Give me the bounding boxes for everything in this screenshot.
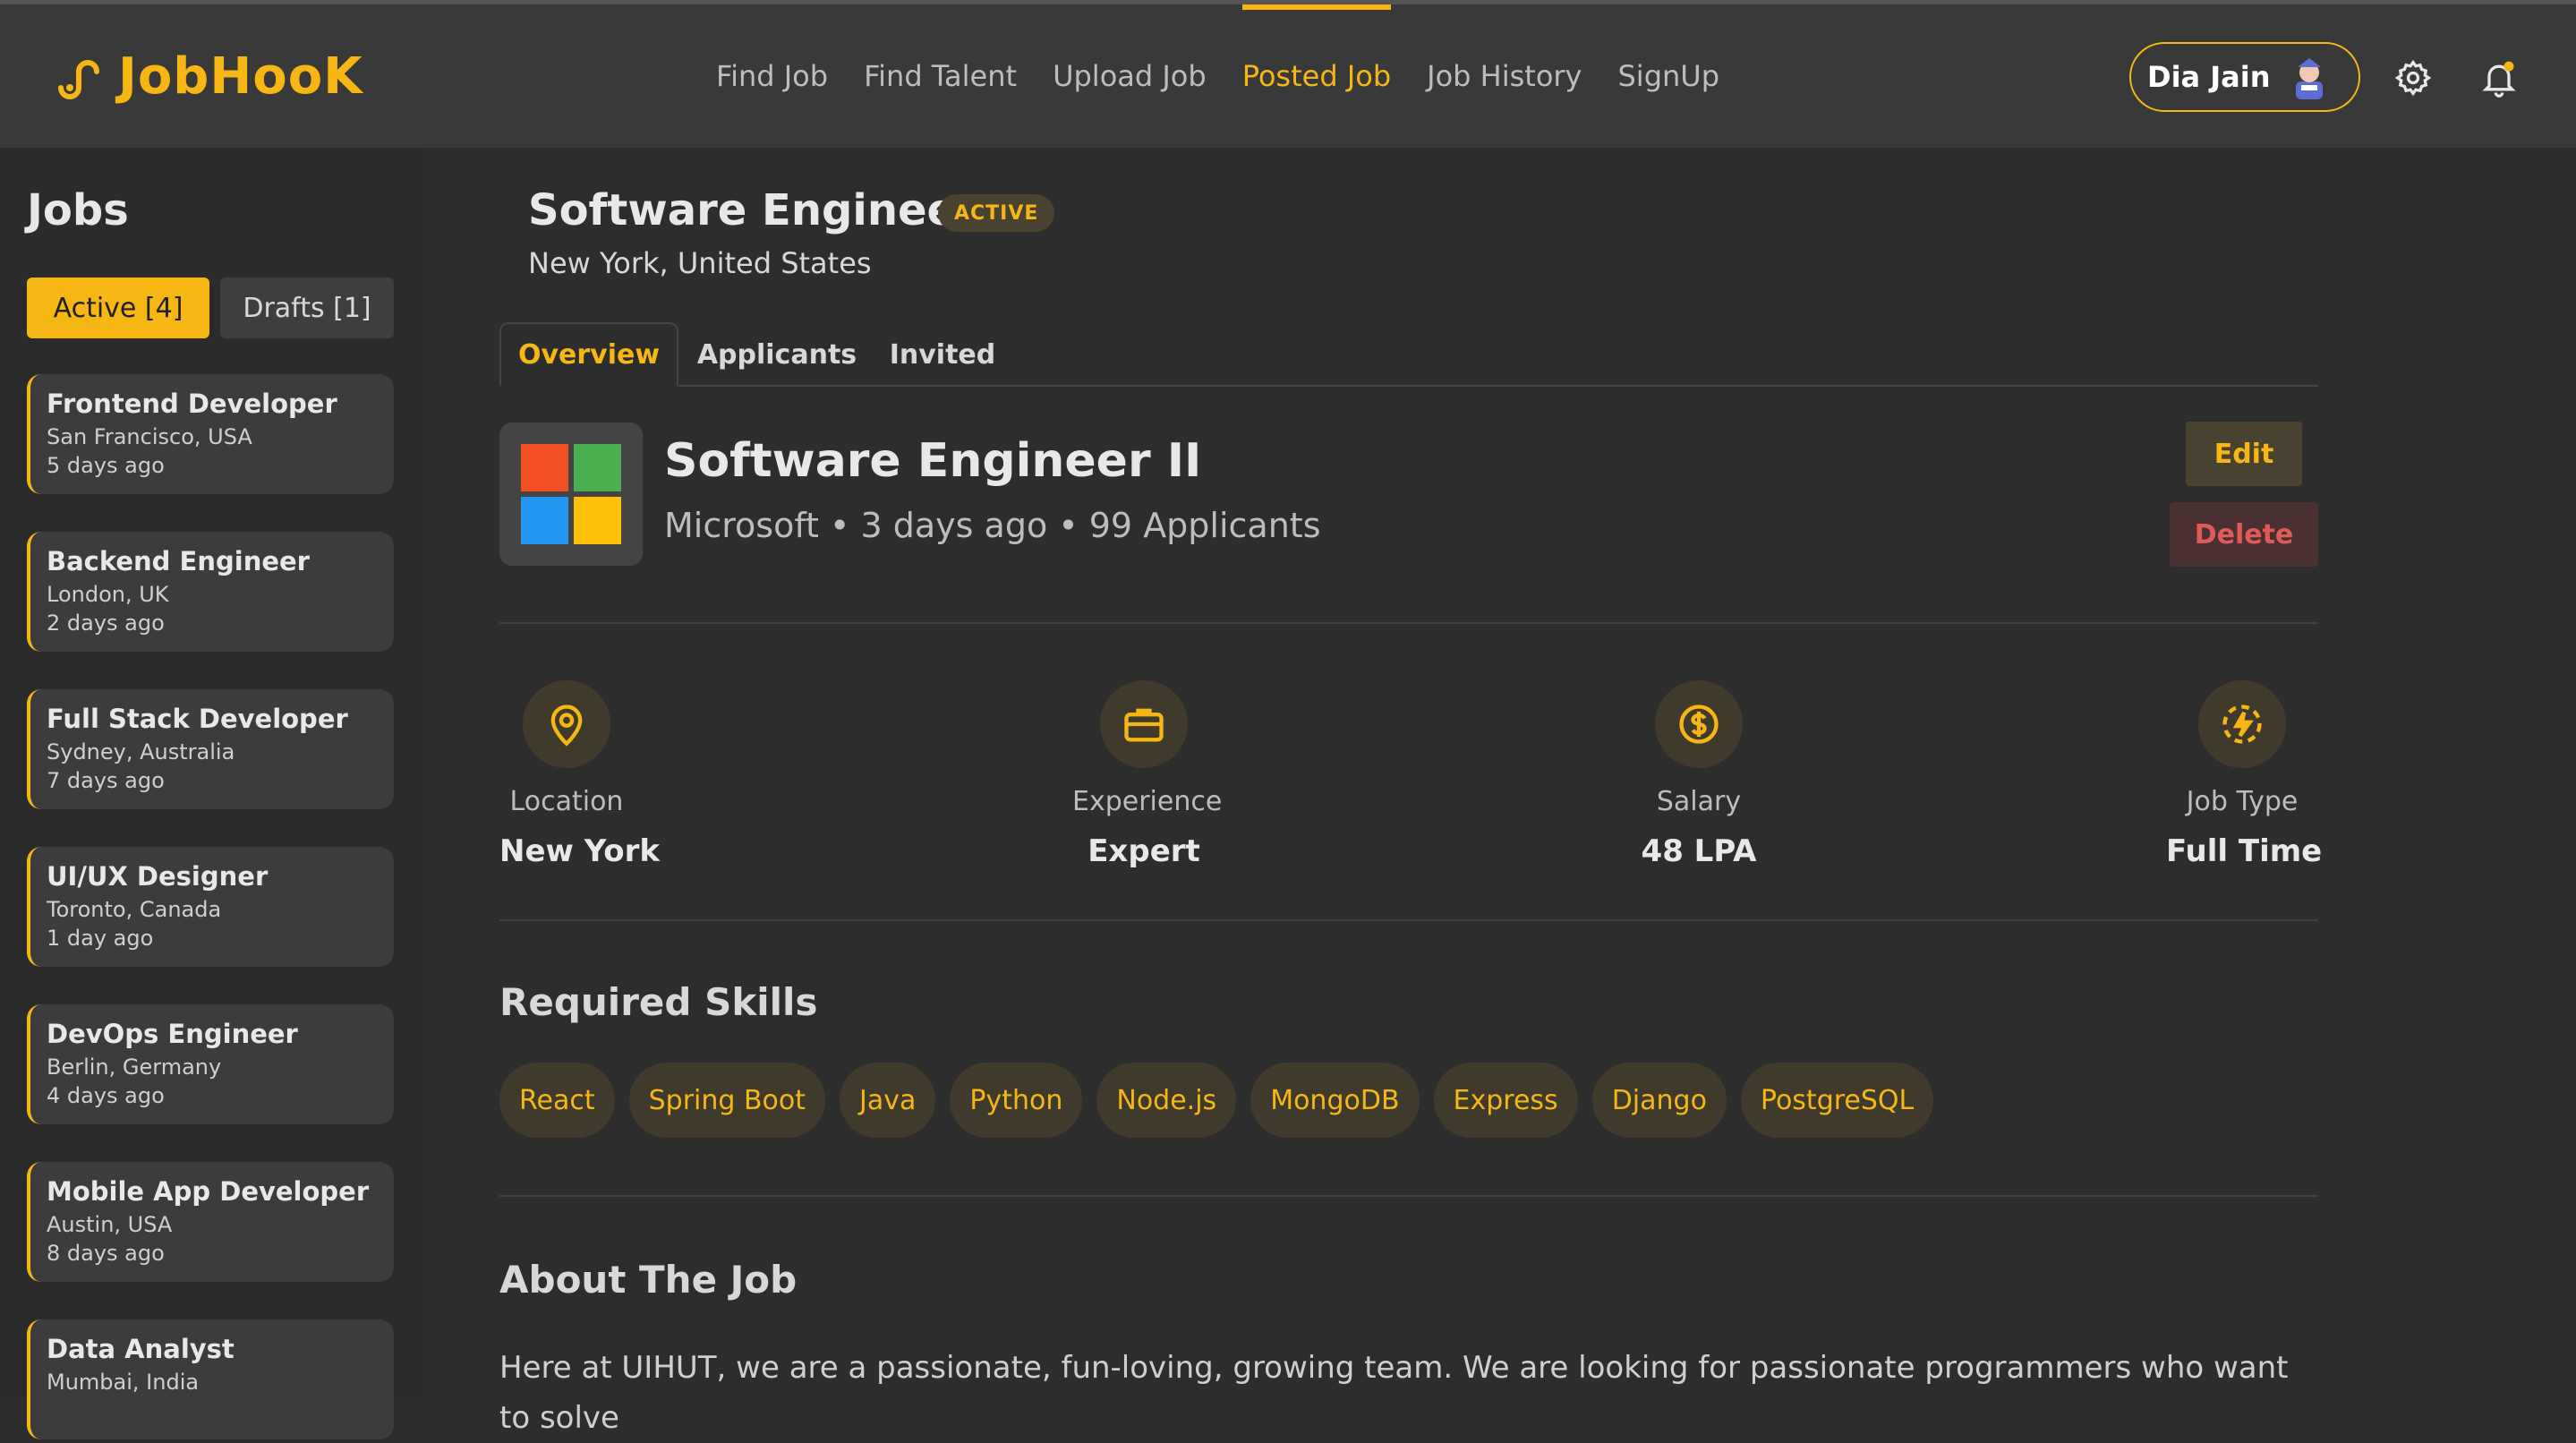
nav-job-history[interactable]: Job History [1427, 4, 1582, 148]
stat-label: Salary [1656, 786, 1742, 817]
job-card[interactable]: DevOps Engineer Berlin, Germany 4 days a… [27, 1004, 394, 1124]
edit-button[interactable]: Edit [2186, 422, 2302, 486]
job-card-location: Toronto, Canada [47, 897, 222, 922]
skill-chip: PostgreSQL [1740, 1063, 1934, 1138]
nav-find-talent[interactable]: Find Talent [864, 4, 1017, 148]
divider [499, 919, 2318, 921]
skill-chip: MongoDB [1250, 1063, 1420, 1138]
about-text: Here at UIHUT, we are a passionate, fun-… [499, 1350, 2289, 1436]
tab-drafts[interactable]: Drafts [1] [220, 278, 394, 338]
gear-icon[interactable] [2393, 58, 2433, 98]
hook-icon [58, 59, 99, 99]
job-card-title: Full Stack Developer [47, 704, 348, 734]
brand-name: JobHooK [118, 47, 363, 106]
app-header: JobHooK Find Job Find Talent Upload Job … [0, 4, 2576, 148]
job-card-location: San Francisco, USA [47, 424, 252, 449]
stat-experience: Experience Expert [1072, 680, 1223, 869]
job-card[interactable]: Data Analyst Mumbai, India [27, 1319, 394, 1439]
nav-find-job[interactable]: Find Job [716, 4, 828, 148]
job-card-title: UI/UX Designer [47, 861, 269, 892]
tab-invited[interactable]: Invited [875, 322, 1010, 387]
job-card[interactable]: Mobile App Developer Austin, USA 8 days … [27, 1162, 394, 1282]
page-title: Software Engineer [528, 185, 977, 235]
job-card[interactable]: Frontend Developer San Francisco, USA 5 … [27, 374, 394, 494]
skills-list: React Spring Boot Java Python Node.js Mo… [499, 1063, 1934, 1138]
dollar-icon [1655, 680, 1743, 768]
tab-applicants[interactable]: Applicants [696, 322, 857, 387]
job-card[interactable]: Full Stack Developer Sydney, Australia 7… [27, 689, 394, 809]
job-card-title: Data Analyst [47, 1334, 235, 1364]
stat-value: Full Time [2166, 833, 2323, 869]
stat-job-type: Job Type Full Time [2166, 680, 2323, 869]
sidebar-title: Jobs [27, 185, 129, 235]
role-meta: Microsoft • 3 days ago • 99 Applicants [664, 506, 1321, 545]
job-card-ago: 7 days ago [47, 768, 165, 793]
lightning-icon [2198, 680, 2286, 768]
stat-location: Location New York [499, 680, 660, 869]
job-card-location: Sydney, Australia [47, 739, 235, 764]
skill-chip: React [499, 1063, 615, 1138]
job-card-ago: 2 days ago [47, 610, 165, 636]
skill-chip: Python [950, 1063, 1083, 1138]
status-badge: ACTIVE [938, 194, 1055, 232]
user-name: Dia Jain [2147, 60, 2271, 94]
skill-chip: Node.js [1096, 1063, 1237, 1138]
tab-active-jobs[interactable]: Active [4] [27, 278, 209, 338]
jobs-sidebar: Jobs Active [4] Drafts [1] Frontend Deve… [0, 148, 421, 1439]
nav-upload-job[interactable]: Upload Job [1053, 4, 1207, 148]
bell-icon[interactable] [2479, 58, 2519, 98]
skill-chip: Spring Boot [628, 1063, 826, 1138]
about-title: About The Job [499, 1258, 798, 1302]
skill-chip: Express [1433, 1063, 1578, 1138]
divider [499, 1195, 2318, 1197]
user-menu[interactable]: Dia Jain [2129, 42, 2360, 112]
stat-value: Expert [1088, 833, 1200, 869]
job-card-title: DevOps Engineer [47, 1019, 298, 1049]
stat-label: Location [509, 786, 624, 817]
stat-value: New York [499, 833, 660, 869]
stat-label: Job Type [2186, 786, 2299, 817]
job-card-ago: 4 days ago [47, 1083, 165, 1108]
avatar [2295, 58, 2323, 99]
job-card[interactable]: Backend Engineer London, UK 2 days ago [27, 532, 394, 652]
job-card[interactable]: UI/UX Designer Toronto, Canada 1 day ago [27, 847, 394, 967]
job-location: New York, United States [528, 246, 872, 280]
nav-signup[interactable]: SignUp [1617, 4, 1719, 148]
delete-button[interactable]: Delete [2170, 502, 2318, 567]
job-card-title: Backend Engineer [47, 546, 310, 576]
tab-overview[interactable]: Overview [499, 322, 678, 387]
job-card-ago: 1 day ago [47, 926, 154, 951]
job-card-location: Mumbai, India [47, 1370, 200, 1395]
job-card-ago: 8 days ago [47, 1241, 165, 1266]
main-nav: Find Job Find Talent Upload Job Posted J… [716, 4, 1719, 148]
brand-logo[interactable]: JobHooK [52, 47, 363, 106]
nav-posted-job[interactable]: Posted Job [1241, 4, 1392, 148]
job-card-location: London, UK [47, 582, 169, 607]
stat-label: Experience [1072, 786, 1223, 817]
role-title: Software Engineer II [664, 434, 1202, 488]
job-card-location: Austin, USA [47, 1212, 173, 1237]
location-pin-icon [523, 680, 610, 768]
skill-chip: Java [840, 1063, 936, 1138]
divider [499, 622, 2318, 624]
company-logo [499, 423, 643, 566]
stat-value: 48 LPA [1641, 833, 1757, 869]
job-card-title: Mobile App Developer [47, 1176, 370, 1207]
stat-salary: Salary 48 LPA [1636, 680, 1761, 869]
job-card-title: Frontend Developer [47, 388, 337, 419]
briefcase-icon [1100, 680, 1188, 768]
detail-tabs: Overview Applicants Invited [499, 322, 2318, 387]
skills-title: Required Skills [499, 980, 818, 1024]
skill-chip: Django [1591, 1063, 1727, 1138]
job-card-ago: 5 days ago [47, 453, 165, 478]
job-card-location: Berlin, Germany [47, 1054, 222, 1080]
